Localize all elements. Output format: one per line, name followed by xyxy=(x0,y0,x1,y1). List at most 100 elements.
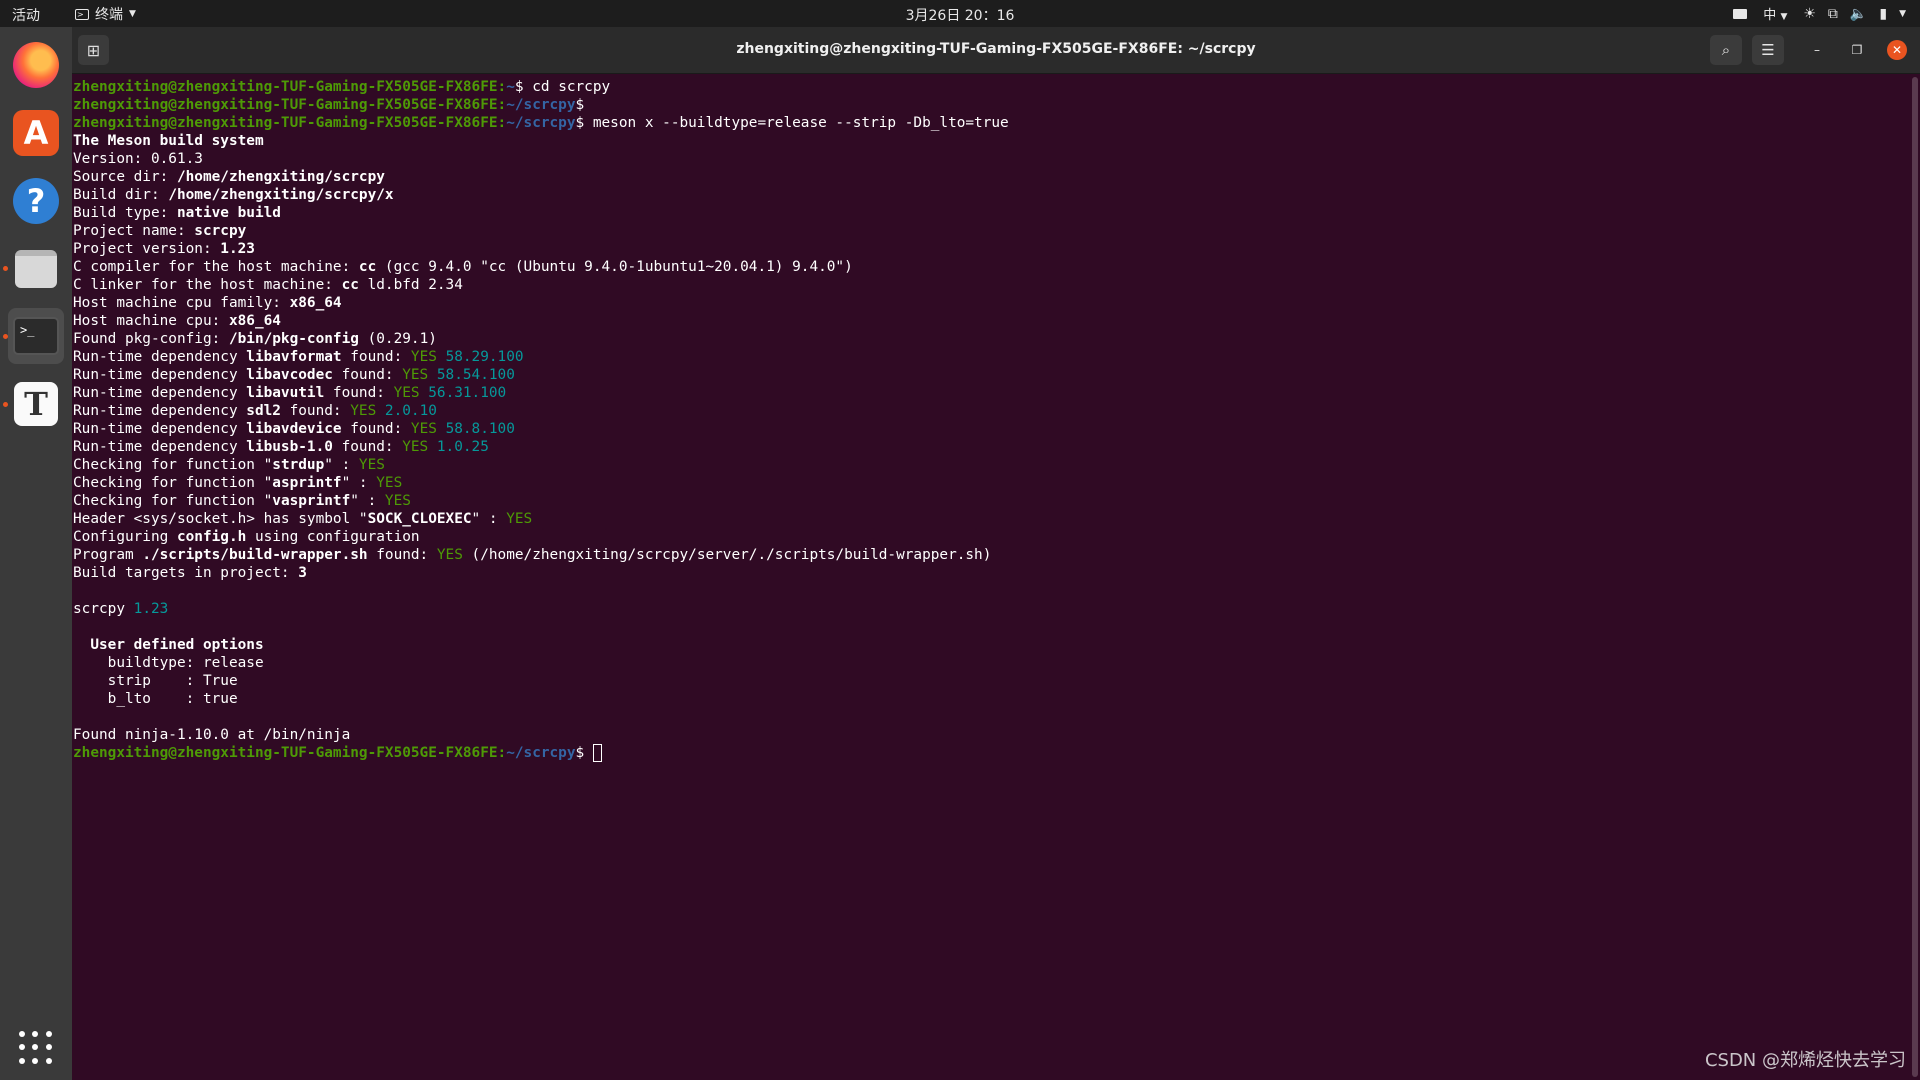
terminal-text: strip : True xyxy=(73,673,238,689)
battery-icon: ▮ xyxy=(1879,5,1888,22)
terminal-text: 56.31.100 xyxy=(419,385,507,401)
terminal-line: Build type: native build xyxy=(73,204,1908,222)
terminal-text: Project version: xyxy=(73,241,221,257)
terminal-line: Project name: scrcpy xyxy=(73,222,1908,240)
watermark: CSDN @郑烯烃快去学习 xyxy=(1704,1050,1906,1071)
terminal-text: ~ xyxy=(506,79,515,95)
firefox-icon xyxy=(13,42,59,88)
terminal-line: The Meson build system xyxy=(73,132,1908,150)
minimize-button[interactable]: – xyxy=(1807,40,1827,60)
restore-button[interactable]: ❐ xyxy=(1847,40,1867,60)
terminal-text: Build dir: xyxy=(73,187,169,203)
terminal-text: using configuration xyxy=(246,529,420,545)
terminal-line: C linker for the host machine: cc ld.bfd… xyxy=(73,276,1908,294)
system-tray: 中 ▼ ☀ ⧉ 🔈 ▮ ▼ xyxy=(1733,4,1906,23)
terminal-icon: >_ xyxy=(13,317,59,355)
activities-button[interactable]: 活动 xyxy=(12,5,40,25)
system-menu[interactable]: ☀ ⧉ 🔈 ▮ ▼ xyxy=(1803,7,1906,21)
terminal-line: Checking for function "vasprintf" : YES xyxy=(73,492,1908,510)
terminal-text: YES xyxy=(393,385,420,401)
terminal-line: Configuring config.h using configuration xyxy=(73,528,1908,546)
terminal-text: Run-time dependency xyxy=(73,385,247,401)
terminal-text: 1.23 xyxy=(133,601,169,617)
terminal-line: scrcpy 1.23 xyxy=(73,600,1908,618)
hamburger-menu-icon: ☰ xyxy=(1761,41,1775,59)
dock-item-help[interactable]: ? xyxy=(8,173,64,229)
terminal-text: scrcpy xyxy=(194,223,247,239)
terminal-text: Source dir: xyxy=(73,169,177,185)
terminal-text: YES xyxy=(358,457,385,473)
terminal-line: Host machine cpu family: x86_64 xyxy=(73,294,1908,312)
terminal-text: Found ninja-1.10.0 at /bin/ninja xyxy=(73,727,351,743)
terminal-text: Header <sys/socket.h> has symbol " xyxy=(73,511,368,527)
menu-button[interactable]: ☰ xyxy=(1752,35,1784,65)
terminal-text: zhengxiting@zhengxiting-TUF-Gaming-FX505… xyxy=(73,97,507,113)
terminal-text: ~/scrcpy xyxy=(506,115,576,131)
new-tab-button[interactable]: ⊞ xyxy=(78,35,109,65)
terminal-text: " : xyxy=(341,475,377,491)
terminal-line: Project version: 1.23 xyxy=(73,240,1908,258)
terminal-text: 58.54.100 xyxy=(428,367,515,383)
terminal-text: x86_64 xyxy=(228,313,281,329)
terminal-text: 58.8.100 xyxy=(436,421,515,437)
terminal-line: strip : True xyxy=(73,672,1908,690)
dock-item-files[interactable] xyxy=(8,241,64,297)
dock-item-ubuntu-software[interactable]: A xyxy=(8,105,64,161)
search-button[interactable]: ⌕ xyxy=(1710,35,1742,65)
terminal-text: Run-time dependency xyxy=(73,367,247,383)
terminal-text: found: xyxy=(332,367,403,383)
scrollbar[interactable] xyxy=(1912,77,1918,1077)
terminal-line: buildtype: release xyxy=(73,654,1908,672)
terminal-text: " : xyxy=(471,511,507,527)
terminal-text: ~/scrcpy xyxy=(506,745,576,761)
terminal-text: 1.0.25 xyxy=(428,439,489,455)
search-icon: ⌕ xyxy=(1721,41,1731,59)
dock-item-typora[interactable]: T xyxy=(8,376,64,432)
terminal-text: Configuring xyxy=(73,529,177,545)
terminal-window: ⊞ zhengxiting@zhengxiting-TUF-Gaming-FX5… xyxy=(72,27,1920,1080)
terminal-line: Version: 0.61.3 xyxy=(73,150,1908,168)
terminal-text: x86_64 xyxy=(289,295,342,311)
terminal-line: Program ./scripts/build-wrapper.sh found… xyxy=(73,546,1908,564)
terminal-text: libusb-1.0 xyxy=(246,439,333,455)
terminal-line: Header <sys/socket.h> has symbol "SOCK_C… xyxy=(73,510,1908,528)
close-button[interactable]: ✕ xyxy=(1887,40,1907,60)
input-method-label: 中 xyxy=(1763,8,1777,23)
terminal-text: /home/zhengxiting/scrcpy/x xyxy=(168,187,394,203)
terminal-text: $ xyxy=(575,745,593,761)
terminal-line: Build targets in project: 3 xyxy=(73,564,1908,582)
terminal-text: vasprintf xyxy=(272,493,351,509)
terminal-text: YES xyxy=(384,493,411,509)
dock: A ? >_ T xyxy=(0,27,72,1080)
network-icon: ⧉ xyxy=(1827,5,1838,22)
terminal-text: 1.23 xyxy=(220,241,255,257)
terminal-output[interactable]: zhengxiting@zhengxiting-TUF-Gaming-FX505… xyxy=(72,74,1908,1080)
title-bar[interactable]: ⊞ zhengxiting@zhengxiting-TUF-Gaming-FX5… xyxy=(72,27,1920,74)
dock-item-firefox[interactable] xyxy=(8,37,64,93)
terminal-text: ld.bfd 2.34 xyxy=(358,277,463,293)
terminal-text: $ xyxy=(575,97,585,113)
terminal-text: Build targets in project: xyxy=(73,565,299,581)
show-applications-button[interactable] xyxy=(8,1020,64,1076)
terminal-text: YES xyxy=(376,475,403,491)
terminal-line: zhengxiting@zhengxiting-TUF-Gaming-FX505… xyxy=(73,114,1908,132)
dock-item-terminal[interactable]: >_ xyxy=(8,308,64,364)
app-menu[interactable]: > 终端 ▼ xyxy=(75,4,136,24)
clock[interactable]: 3月26日 20：16 xyxy=(0,5,1920,25)
terminal-line: Found pkg-config: /bin/pkg-config (0.29.… xyxy=(73,330,1908,348)
new-tab-icon: ⊞ xyxy=(86,40,101,60)
terminal-text: " : xyxy=(324,457,359,473)
terminal-text: Run-time dependency xyxy=(73,421,247,437)
text-cursor xyxy=(592,744,602,762)
terminal-text: YES xyxy=(436,547,463,563)
terminal-line: User defined options xyxy=(73,636,1908,654)
keyboard-indicator-icon[interactable] xyxy=(1733,8,1748,19)
input-method-menu[interactable]: 中 ▼ xyxy=(1763,4,1787,23)
terminal-text: found: xyxy=(324,385,394,401)
terminal-text: YES xyxy=(402,439,429,455)
minimize-icon: – xyxy=(1814,43,1820,57)
terminal-text: found: xyxy=(341,349,411,365)
terminal-text: libavutil xyxy=(246,385,325,401)
